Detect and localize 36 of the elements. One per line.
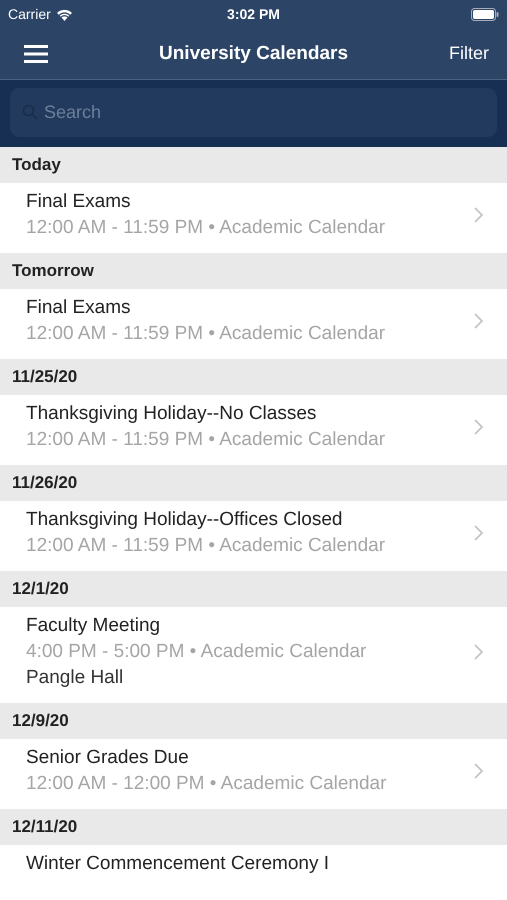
event-detail: 4:00 PM - 5:00 PM • Academic Calendar — [26, 641, 368, 663]
chevron-icon — [474, 525, 483, 541]
nav-title: University Calendars — [158, 42, 348, 64]
event-title: Winter Commencement Ceremony I — [26, 853, 330, 875]
event-title: Final Exams — [26, 297, 132, 319]
menu-button[interactable] — [24, 44, 48, 64]
wifi-icon — [56, 8, 73, 20]
filter-button[interactable]: Filter — [445, 39, 493, 68]
event-detail: 12:00 AM - 11:59 PM • Academic Calendar — [26, 217, 386, 239]
section-date: 12/1/20 — [12, 579, 69, 599]
event-title: Thanksgiving Holiday--No Classes — [26, 403, 318, 425]
section-date: 11/25/20 — [12, 367, 78, 387]
event-title: Senior Grades Due — [26, 747, 190, 769]
event-detail: 12:00 AM - 11:59 PM • Academic Calendar — [26, 535, 386, 557]
section-date: 12/11/20 — [12, 817, 78, 837]
battery-icon — [471, 8, 499, 20]
event-detail: 12:00 AM - 11:59 PM • Academic Calendar — [26, 323, 386, 345]
section-date: 12/9/20 — [12, 711, 69, 731]
section-date: 11/26/20 — [12, 473, 78, 493]
event-detail: 12:00 AM - 11:59 PM • Academic Calendar — [26, 429, 386, 451]
event-title: Thanksgiving Holiday--Offices Closed — [26, 509, 344, 531]
chevron-icon — [474, 207, 483, 223]
menu-icon — [24, 44, 48, 64]
chevron-icon — [474, 419, 483, 435]
event-title: Faculty Meeting — [26, 615, 162, 637]
carrier-label: Carrier — [8, 6, 51, 22]
event-detail: 12:00 AM - 12:00 PM • Academic Calendar — [26, 773, 388, 795]
section-date: Today — [12, 155, 61, 175]
chevron-icon — [474, 644, 483, 660]
event-location: Pangle Hall — [26, 667, 124, 689]
event-title: Final Exams — [26, 191, 132, 213]
chevron-icon — [474, 313, 483, 329]
search-field[interactable]: Search — [10, 88, 497, 137]
section-date: Tomorrow — [12, 261, 94, 281]
status-time: 3:02 PM — [227, 6, 280, 22]
chevron-icon — [474, 763, 483, 779]
